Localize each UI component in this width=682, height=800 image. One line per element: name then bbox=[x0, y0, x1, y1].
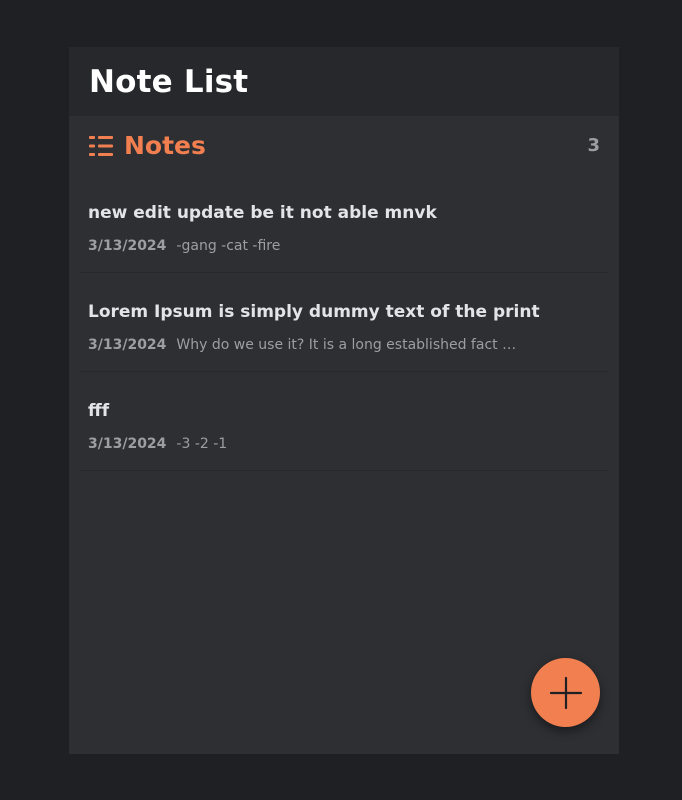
page-title: Note List bbox=[89, 64, 249, 100]
notes-section-header: Notes 3 bbox=[69, 116, 619, 174]
note-meta: 3/13/2024 Why do we use it? It is a long… bbox=[88, 336, 590, 354]
notes-count-badge: 3 bbox=[587, 134, 600, 156]
app-header: Note List bbox=[69, 47, 619, 116]
note-meta: 3/13/2024 -gang -cat -fire bbox=[88, 237, 590, 255]
note-meta: 3/13/2024 -3 -2 -1 bbox=[88, 435, 590, 453]
add-note-button[interactable] bbox=[531, 658, 600, 727]
note-list-item[interactable]: new edit update be it not able mnvk 3/13… bbox=[79, 174, 609, 273]
note-preview: -3 -2 -1 bbox=[176, 436, 228, 452]
note-date: 3/13/2024 bbox=[88, 238, 167, 254]
note-list-item[interactable]: Lorem Ipsum is simply dummy text of the … bbox=[79, 273, 609, 372]
note-preview: Why do we use it? It is a long establish… bbox=[176, 337, 521, 353]
notes-section-title: Notes bbox=[124, 130, 206, 160]
note-date: 3/13/2024 bbox=[88, 337, 167, 353]
note-app-panel: Note List Notes 3 new edit update be it … bbox=[69, 47, 619, 754]
note-title: new edit update be it not able mnvk bbox=[88, 203, 437, 223]
note-date: 3/13/2024 bbox=[88, 436, 167, 452]
note-list: new edit update be it not able mnvk 3/13… bbox=[69, 174, 619, 471]
note-title: fff bbox=[88, 401, 110, 421]
note-list-item[interactable]: fff 3/13/2024 -3 -2 -1 bbox=[79, 372, 609, 471]
note-preview: -gang -cat -fire bbox=[176, 238, 281, 254]
list-icon bbox=[89, 136, 113, 156]
plus-icon bbox=[549, 676, 582, 709]
note-title: Lorem Ipsum is simply dummy text of the … bbox=[88, 302, 540, 322]
